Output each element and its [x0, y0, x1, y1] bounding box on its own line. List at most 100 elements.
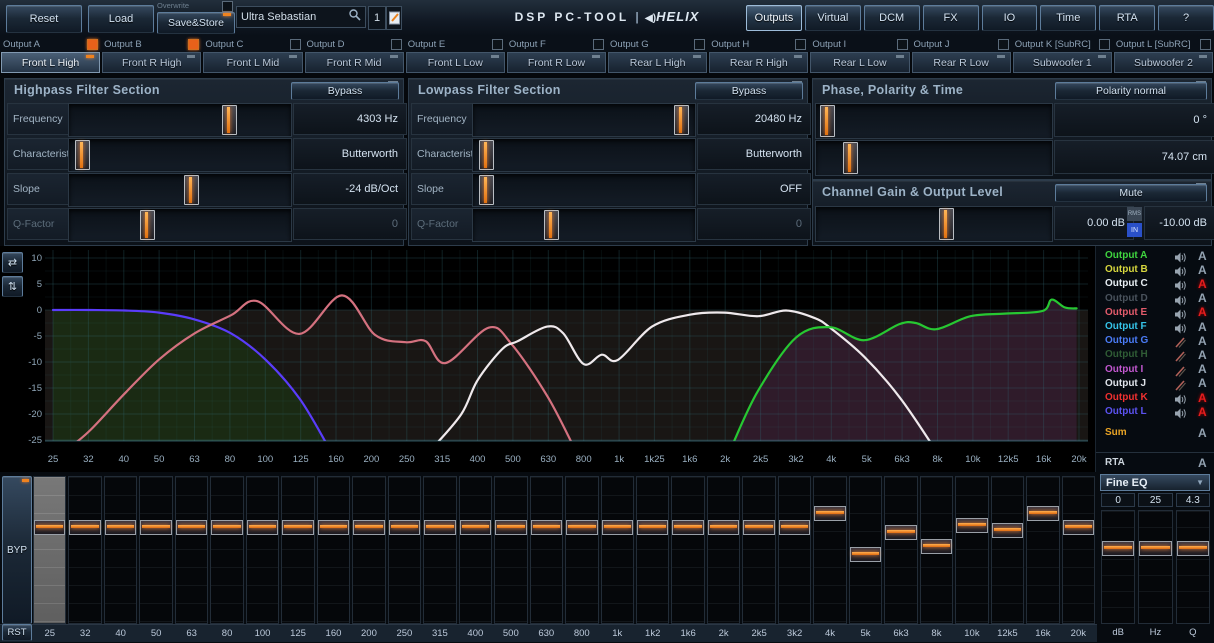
eq-band-160[interactable]	[317, 476, 350, 624]
tab-front-r-low[interactable]: Front R Low	[507, 52, 606, 73]
nav-dcm-button[interactable]: DCM	[864, 5, 920, 31]
eq-band-10k[interactable]	[955, 476, 988, 624]
legend-output-l[interactable]: Output LA	[1096, 405, 1214, 418]
eq-band-1k[interactable]	[601, 476, 634, 624]
output-checkbox-f[interactable]	[593, 39, 604, 50]
legend-output-b[interactable]: Output BA	[1096, 263, 1214, 276]
eq-band-2k[interactable]	[707, 476, 740, 624]
tab-rear-l-low[interactable]: Rear L Low	[810, 52, 909, 73]
highpass-slider-handle[interactable]	[184, 175, 199, 205]
eq-band-handle-63[interactable]	[176, 520, 207, 535]
eq-band-12k5[interactable]	[991, 476, 1024, 624]
fine-eq-handle-hz[interactable]	[1139, 541, 1171, 556]
tab-rear-l-high[interactable]: Rear L High	[608, 52, 707, 73]
highpass-slider-handle[interactable]	[222, 105, 237, 135]
eq-band-handle-4k[interactable]	[814, 506, 845, 521]
eq-band-handle-5k[interactable]	[850, 547, 881, 562]
preset-badge[interactable]: A	[1198, 376, 1207, 390]
legend-output-f[interactable]: Output FA	[1096, 320, 1214, 333]
nav-rta-button[interactable]: RTA	[1099, 5, 1155, 31]
eq-band-handle-6k3[interactable]	[885, 525, 916, 540]
highpass-bypass-button[interactable]: Bypass	[291, 82, 399, 100]
preset-badge[interactable]: A	[1198, 405, 1207, 419]
eq-band-handle-1k[interactable]	[602, 520, 633, 535]
eq-band-630[interactable]	[530, 476, 563, 624]
lowpass-slope-slider[interactable]	[472, 173, 696, 207]
fine-eq-handle-db[interactable]	[1102, 541, 1134, 556]
legend-output-j[interactable]: Output JA	[1096, 377, 1214, 390]
eq-band-5k[interactable]	[849, 476, 882, 624]
legend-output-i[interactable]: Output IA	[1096, 363, 1214, 376]
eq-band-63[interactable]	[175, 476, 208, 624]
eq-band-handle-125[interactable]	[282, 520, 313, 535]
eq-band-handle-2k5[interactable]	[743, 520, 774, 535]
legend-output-g[interactable]: Output GA	[1096, 334, 1214, 347]
output-checkbox-j[interactable]	[998, 39, 1009, 50]
eq-band-handle-25[interactable]	[34, 520, 65, 535]
nav-time-button[interactable]: Time	[1040, 5, 1096, 31]
fine-eq-handle-q[interactable]	[1177, 541, 1209, 556]
lowpass-slider-handle[interactable]	[544, 210, 559, 240]
lowpass-bypass-button[interactable]: Bypass	[695, 82, 803, 100]
eq-band-1k6[interactable]	[671, 476, 704, 624]
eq-band-handle-50[interactable]	[140, 520, 171, 535]
eq-band-handle-200[interactable]	[353, 520, 384, 535]
mute-button[interactable]: Mute	[1055, 184, 1207, 202]
lowpass-slider-handle[interactable]	[479, 140, 494, 170]
preset-badge[interactable]: A	[1198, 391, 1207, 405]
lowpass-characteristic-slider[interactable]	[472, 138, 696, 172]
tab-rear-r-high[interactable]: Rear R High	[709, 52, 808, 73]
eq-band-125[interactable]	[281, 476, 314, 624]
eq-band-handle-100[interactable]	[247, 520, 278, 535]
gain-toggle-bottom[interactable]: IN	[1127, 223, 1142, 237]
preset-badge[interactable]: A	[1198, 320, 1207, 334]
eq-band-handle-1k2[interactable]	[637, 520, 668, 535]
eq-band-handle-2k[interactable]	[708, 520, 739, 535]
highpass-slider-handle[interactable]	[140, 210, 155, 240]
nav-virtual-button[interactable]: Virtual	[805, 5, 861, 31]
output-checkbox-e[interactable]	[492, 39, 503, 50]
eq-band-25[interactable]	[33, 476, 66, 624]
tab-front-l-high[interactable]: Front L High	[1, 52, 100, 73]
phase-slider-handle[interactable]	[820, 105, 835, 137]
eq-band-315[interactable]	[423, 476, 456, 624]
eq-band-32[interactable]	[68, 476, 101, 624]
preset-badge[interactable]: A	[1198, 277, 1207, 291]
legend-output-d[interactable]: Output DA	[1096, 292, 1214, 305]
output-checkbox-g[interactable]	[694, 39, 705, 50]
nav-io-button[interactable]: IO	[982, 5, 1038, 31]
eq-band-250[interactable]	[388, 476, 421, 624]
tab-subwoofer-2[interactable]: Subwoofer 2	[1114, 52, 1213, 73]
legend-output-e[interactable]: Output EA	[1096, 306, 1214, 319]
lowpass-frequency-slider[interactable]	[472, 103, 696, 137]
eq-band-40[interactable]	[104, 476, 137, 624]
preset-badge[interactable]: A	[1198, 263, 1207, 277]
eq-band-400[interactable]	[459, 476, 492, 624]
eq-band-800[interactable]	[565, 476, 598, 624]
legend-output-a[interactable]: Output AA	[1096, 249, 1214, 262]
nav--button[interactable]: ?	[1158, 5, 1214, 31]
legend-rta[interactable]: RTAA	[1096, 456, 1214, 469]
fine-eq-slider-q[interactable]	[1176, 510, 1210, 624]
lowpass-slider-handle[interactable]	[479, 175, 494, 205]
fine-eq-dropdown[interactable]: Fine EQ ▼	[1100, 474, 1210, 491]
preset-badge[interactable]: A	[1198, 348, 1207, 362]
eq-band-8k[interactable]	[920, 476, 953, 624]
eq-band-handle-250[interactable]	[389, 520, 420, 535]
eq-band-handle-32[interactable]	[69, 520, 100, 535]
eq-band-6k3[interactable]	[884, 476, 917, 624]
fine-eq-slider-hz[interactable]	[1138, 510, 1172, 624]
polarity-button[interactable]: Polarity normal	[1055, 82, 1207, 100]
highpass-slider-handle[interactable]	[75, 140, 90, 170]
nav-outputs-button[interactable]: Outputs	[746, 5, 802, 31]
eq-band-80[interactable]	[210, 476, 243, 624]
eq-band-16k[interactable]	[1026, 476, 1059, 624]
preset-badge[interactable]: A	[1198, 249, 1207, 263]
eq-band-handle-160[interactable]	[318, 520, 349, 535]
eq-reset-button[interactable]: RST	[2, 624, 32, 641]
highpass-characteristic-slider[interactable]	[68, 138, 292, 172]
eq-band-500[interactable]	[494, 476, 527, 624]
lowpass-q-factor-slider[interactable]	[472, 208, 696, 242]
phase-slider-handle[interactable]	[843, 142, 858, 174]
gain-meter-toggle[interactable]: RMS IN	[1127, 206, 1142, 240]
